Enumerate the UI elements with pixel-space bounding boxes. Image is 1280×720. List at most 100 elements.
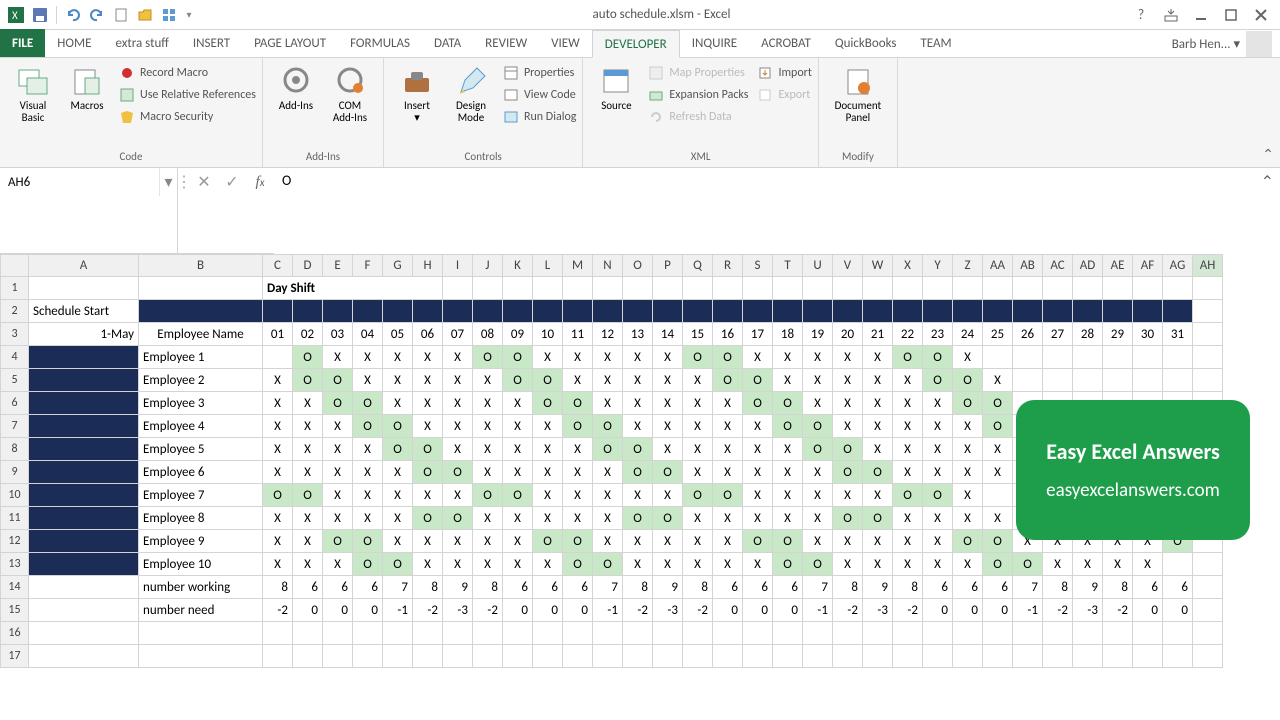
- excel-icon[interactable]: X: [6, 5, 26, 25]
- summary-cell[interactable]: 6: [983, 576, 1013, 599]
- shift-cell[interactable]: X: [593, 484, 623, 507]
- cell[interactable]: [29, 599, 139, 622]
- maximize-icon[interactable]: [1216, 2, 1246, 28]
- shift-cell[interactable]: X: [503, 530, 533, 553]
- employee-name-cell[interactable]: Employee 6: [139, 461, 263, 484]
- shift-cell[interactable]: X: [623, 415, 653, 438]
- shift-cell[interactable]: X: [683, 392, 713, 415]
- shift-cell[interactable]: O: [293, 346, 323, 369]
- shift-cell[interactable]: X: [743, 461, 773, 484]
- shift-cell[interactable]: O: [473, 484, 503, 507]
- cell[interactable]: [29, 277, 139, 300]
- shift-cell[interactable]: X: [413, 392, 443, 415]
- cell[interactable]: [29, 415, 139, 438]
- shift-cell[interactable]: [1043, 346, 1073, 369]
- cell[interactable]: [413, 622, 443, 645]
- shift-cell[interactable]: X: [383, 484, 413, 507]
- summary-label[interactable]: number working: [139, 576, 263, 599]
- shift-cell[interactable]: X: [593, 461, 623, 484]
- cell[interactable]: [893, 300, 923, 323]
- tab-file[interactable]: FILE: [0, 29, 45, 57]
- tab-formulas[interactable]: FORMULAS: [338, 29, 422, 57]
- day-header-05[interactable]: 05: [383, 323, 413, 346]
- col-header-H[interactable]: H: [413, 255, 443, 277]
- shift-cell[interactable]: X: [803, 530, 833, 553]
- shift-cell[interactable]: X: [863, 438, 893, 461]
- shift-cell[interactable]: X: [263, 369, 293, 392]
- cell[interactable]: [1013, 277, 1043, 300]
- cell[interactable]: [1163, 300, 1193, 323]
- shift-cell[interactable]: X: [953, 507, 983, 530]
- cell[interactable]: [29, 530, 139, 553]
- cell[interactable]: [139, 277, 263, 300]
- shift-cell[interactable]: [983, 346, 1013, 369]
- day-header-10[interactable]: 10: [533, 323, 563, 346]
- shift-cell[interactable]: O: [473, 346, 503, 369]
- cell[interactable]: [923, 277, 953, 300]
- macros-button[interactable]: Macros: [60, 62, 114, 148]
- summary-cell[interactable]: -2: [1043, 599, 1073, 622]
- shift-cell[interactable]: O: [503, 484, 533, 507]
- cell[interactable]: [923, 622, 953, 645]
- summary-cell[interactable]: -3: [653, 599, 683, 622]
- shift-cell[interactable]: X: [863, 553, 893, 576]
- summary-cell[interactable]: 8: [1043, 576, 1073, 599]
- shift-cell[interactable]: [1013, 346, 1043, 369]
- summary-cell[interactable]: 9: [653, 576, 683, 599]
- summary-cell[interactable]: -1: [1013, 599, 1043, 622]
- day-header-13[interactable]: 13: [623, 323, 653, 346]
- summary-cell[interactable]: 6: [743, 576, 773, 599]
- macro-security-button[interactable]: Macro Security: [118, 106, 256, 128]
- shift-cell[interactable]: O: [593, 438, 623, 461]
- shift-cell[interactable]: X: [353, 369, 383, 392]
- shift-cell[interactable]: O: [443, 507, 473, 530]
- employee-name-cell[interactable]: Employee 10: [139, 553, 263, 576]
- shift-cell[interactable]: O: [923, 346, 953, 369]
- cell[interactable]: [1103, 645, 1133, 668]
- summary-cell[interactable]: 0: [533, 599, 563, 622]
- cell[interactable]: [653, 622, 683, 645]
- cell[interactable]: [683, 645, 713, 668]
- shift-cell[interactable]: O: [863, 507, 893, 530]
- close-icon[interactable]: [1246, 2, 1276, 28]
- cell[interactable]: [893, 645, 923, 668]
- summary-cell[interactable]: 8: [413, 576, 443, 599]
- shift-cell[interactable]: X: [323, 346, 353, 369]
- shift-cell[interactable]: O: [713, 346, 743, 369]
- tab-insert[interactable]: INSERT: [181, 29, 242, 57]
- shift-cell[interactable]: X: [773, 461, 803, 484]
- shift-cell[interactable]: O: [833, 438, 863, 461]
- cell[interactable]: [773, 277, 803, 300]
- shift-cell[interactable]: X: [293, 507, 323, 530]
- shift-cell[interactable]: O: [983, 415, 1013, 438]
- summary-cell[interactable]: 0: [503, 599, 533, 622]
- cell[interactable]: [29, 392, 139, 415]
- shift-cell[interactable]: X: [623, 346, 653, 369]
- cell[interactable]: [863, 277, 893, 300]
- shift-cell[interactable]: X: [923, 553, 953, 576]
- summary-cell[interactable]: -1: [803, 599, 833, 622]
- col-header-AC[interactable]: AC: [1043, 255, 1073, 277]
- shift-cell[interactable]: X: [323, 507, 353, 530]
- summary-cell[interactable]: 6: [293, 576, 323, 599]
- col-header-O[interactable]: O: [623, 255, 653, 277]
- col-header-AF[interactable]: AF: [1133, 255, 1163, 277]
- shift-cell[interactable]: [1163, 346, 1193, 369]
- cell[interactable]: [593, 622, 623, 645]
- summary-cell[interactable]: -3: [1073, 599, 1103, 622]
- cell[interactable]: [473, 622, 503, 645]
- summary-cell[interactable]: 7: [1013, 576, 1043, 599]
- summary-cell[interactable]: 7: [803, 576, 833, 599]
- row-header-9[interactable]: 9: [1, 461, 29, 484]
- shift-cell[interactable]: X: [653, 346, 683, 369]
- shift-cell[interactable]: X: [893, 461, 923, 484]
- shift-cell[interactable]: O: [743, 392, 773, 415]
- cell[interactable]: [563, 622, 593, 645]
- document-panel-button[interactable]: Document Panel: [825, 62, 891, 148]
- shift-cell[interactable]: X: [803, 369, 833, 392]
- use-relative-references-button[interactable]: Use Relative References: [118, 84, 256, 106]
- shift-cell[interactable]: [1133, 346, 1163, 369]
- cell[interactable]: [923, 645, 953, 668]
- cell[interactable]: [713, 300, 743, 323]
- shift-cell[interactable]: X: [293, 415, 323, 438]
